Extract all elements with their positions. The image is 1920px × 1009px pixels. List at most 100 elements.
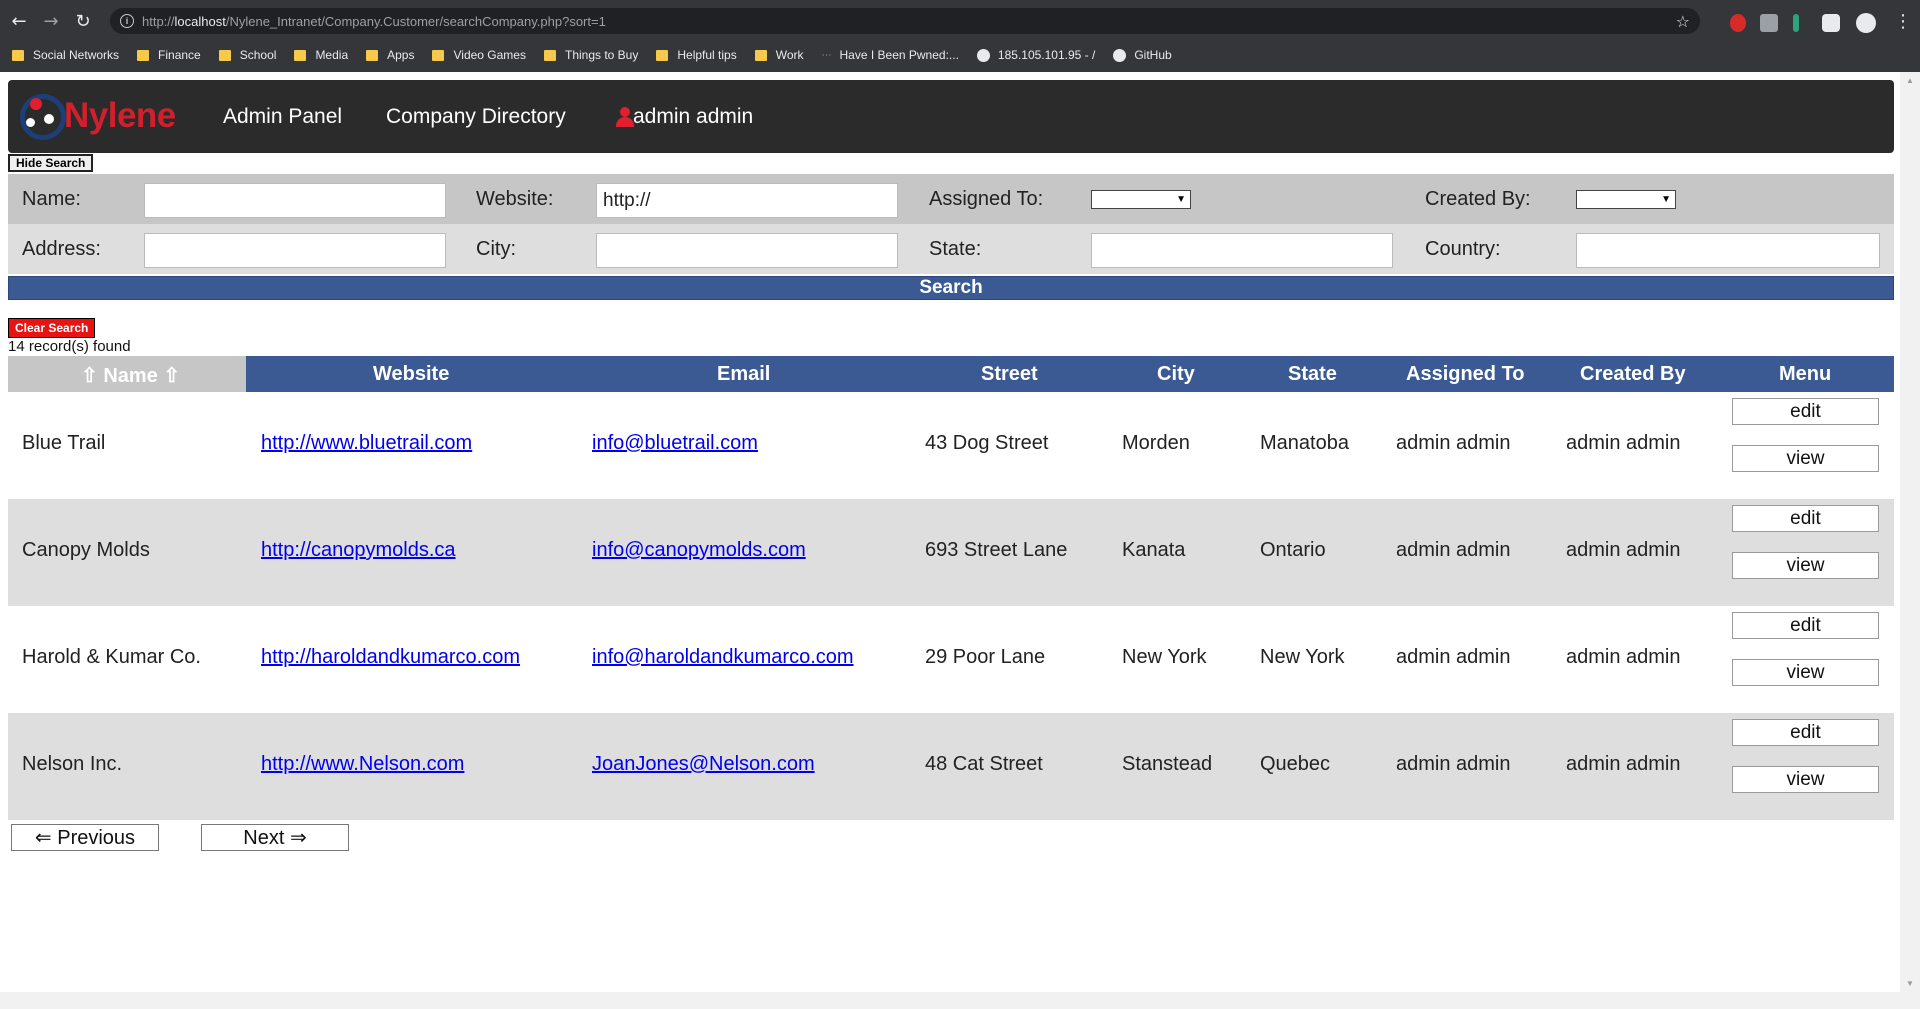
table-row: Canopy Molds http://canopymolds.ca info@… [8,499,1894,606]
view-button[interactable]: view [1732,766,1879,793]
city-column-header: City [1157,363,1195,385]
city-label: City: [476,238,516,260]
extension-k-icon[interactable] [1760,14,1778,32]
state-cell: Quebec [1260,753,1331,775]
edit-button[interactable]: edit [1732,719,1879,746]
edit-button[interactable]: edit [1732,612,1879,639]
email-link[interactable]: info@canopymolds.com [592,539,806,562]
name-column-header[interactable]: ⇧ Name ⇧ [81,363,180,388]
table-header: ⇧ Name ⇧ Website Email Street City State… [8,356,1894,392]
email-link[interactable]: info@haroldandkumarco.com [592,646,854,669]
forward-arrow-icon[interactable]: → [38,8,64,34]
state-column-header: State [1288,363,1337,385]
website-link[interactable]: http://haroldandkumarco.com [261,646,520,669]
extension-key-icon[interactable] [1793,14,1799,32]
country-label: Country: [1425,238,1501,260]
website-link[interactable]: http://canopymolds.ca [261,539,456,562]
city-input[interactable] [596,233,898,268]
horizontal-scrollbar[interactable] [0,992,1920,1009]
address-label: Address: [22,238,101,260]
browser-toolbar: ← → ↻ i http://localhost/Nylene_Intranet… [0,4,1920,38]
scroll-up-icon[interactable]: ▲ [1906,76,1914,85]
website-link[interactable]: http://www.Nelson.com [261,753,464,776]
bookmark-social-networks[interactable]: Social Networks [12,48,119,62]
assigned-to-cell: admin admin [1396,753,1511,775]
created-by-label: Created By: [1425,188,1531,210]
email-link[interactable]: info@bluetrail.com [592,432,758,455]
search-button[interactable]: Search [8,276,1894,300]
nylene-logo[interactable]: Nylene [20,92,190,142]
city-cell: Stanstead [1122,753,1213,775]
website-link[interactable]: http://www.bluetrail.com [261,432,472,455]
city-cell: New York [1122,646,1207,668]
reload-icon[interactable]: ↻ [70,8,96,34]
url-path: /Nylene_Intranet/Company.Customer/search… [225,13,606,29]
hide-search-button[interactable]: Hide Search [8,154,94,172]
bookmark-github[interactable]: GitHub [1113,48,1172,62]
view-button[interactable]: view [1732,445,1879,472]
created-by-cell: admin admin [1566,432,1681,454]
company-name: Canopy Molds [22,539,150,561]
state-cell: Manatoba [1260,432,1349,454]
folder-icon [543,49,556,61]
clear-search-button[interactable]: Clear Search [8,318,96,338]
edit-button[interactable]: edit [1732,505,1879,532]
edit-button[interactable]: edit [1732,398,1879,425]
site-info-icon[interactable]: i [120,14,134,28]
previous-page-button[interactable]: ⇐ Previous [11,824,159,851]
folder-icon [294,49,307,61]
assigned-to-label: Assigned To: [929,188,1044,210]
website-input[interactable]: http:// [596,183,898,218]
view-button[interactable]: view [1732,552,1879,579]
extension-shield-icon[interactable] [1730,14,1746,32]
bookmark-apps[interactable]: Apps [366,48,414,62]
country-input[interactable] [1576,233,1880,268]
browser-menu-icon[interactable]: ⋮ [1890,8,1916,34]
address-bar[interactable]: i http://localhost/Nylene_Intranet/Compa… [110,8,1700,34]
name-input[interactable] [144,183,446,218]
nav-user[interactable]: admin admin [633,105,753,129]
assigned-to-select[interactable]: ▼ [1091,190,1191,209]
bookmark-have-i-been-pwned[interactable]: ⋯ Have I Been Pwned:... [822,48,959,62]
logo-dot [26,118,35,127]
url-prefix: http:// [142,13,175,29]
bookmark-finance[interactable]: Finance [137,48,201,62]
folder-icon [137,49,150,61]
bookmark-helpful-tips[interactable]: Helpful tips [656,48,737,62]
site-dots-icon: ⋯ [821,49,832,61]
folder-icon [656,49,669,61]
bookmark-work[interactable]: Work [754,48,804,62]
vertical-scrollbar[interactable]: ▲ ▼ [1900,72,1920,992]
logo-text: Nylene [64,96,176,135]
nav-company-directory[interactable]: Company Directory [386,105,566,129]
company-name: Blue Trail [22,432,106,454]
logo-dot [44,114,54,124]
bookmark-media[interactable]: Media [294,48,348,62]
records-found-count: 14 record(s) found [8,338,131,355]
street-column-header: Street [981,363,1038,385]
street-cell: 43 Dog Street [925,432,1049,454]
view-button[interactable]: view [1732,659,1879,686]
address-input[interactable] [144,233,446,268]
street-cell: 48 Cat Street [925,753,1043,775]
back-arrow-icon[interactable]: ← [6,8,32,34]
nav-admin-panel[interactable]: Admin Panel [223,105,342,129]
bookmark-ip-address[interactable]: 185.105.101.95 - / [976,48,1095,62]
bookmark-school[interactable]: School [218,48,276,62]
profile-avatar-icon[interactable] [1856,13,1876,33]
scroll-down-icon[interactable]: ▼ [1906,979,1914,988]
created-by-select[interactable]: ▼ [1576,190,1676,209]
street-cell: 29 Poor Lane [925,646,1046,668]
created-by-cell: admin admin [1566,539,1681,561]
bookmark-things-to-buy[interactable]: Things to Buy [543,48,638,62]
state-input[interactable] [1091,233,1393,268]
street-cell: 693 Street Lane [925,539,1068,561]
table-row: Nelson Inc. http://www.Nelson.com JoanJo… [8,713,1894,820]
github-icon [1113,48,1127,62]
bookmark-video-games[interactable]: Video Games [432,48,526,62]
extensions-puzzle-icon[interactable] [1822,14,1840,32]
company-name: Harold & Kumar Co. [22,646,201,668]
email-link[interactable]: JoanJones@Nelson.com [592,753,815,776]
bookmark-star-icon[interactable]: ☆ [1676,12,1690,31]
next-page-button[interactable]: Next ⇒ [201,824,349,851]
